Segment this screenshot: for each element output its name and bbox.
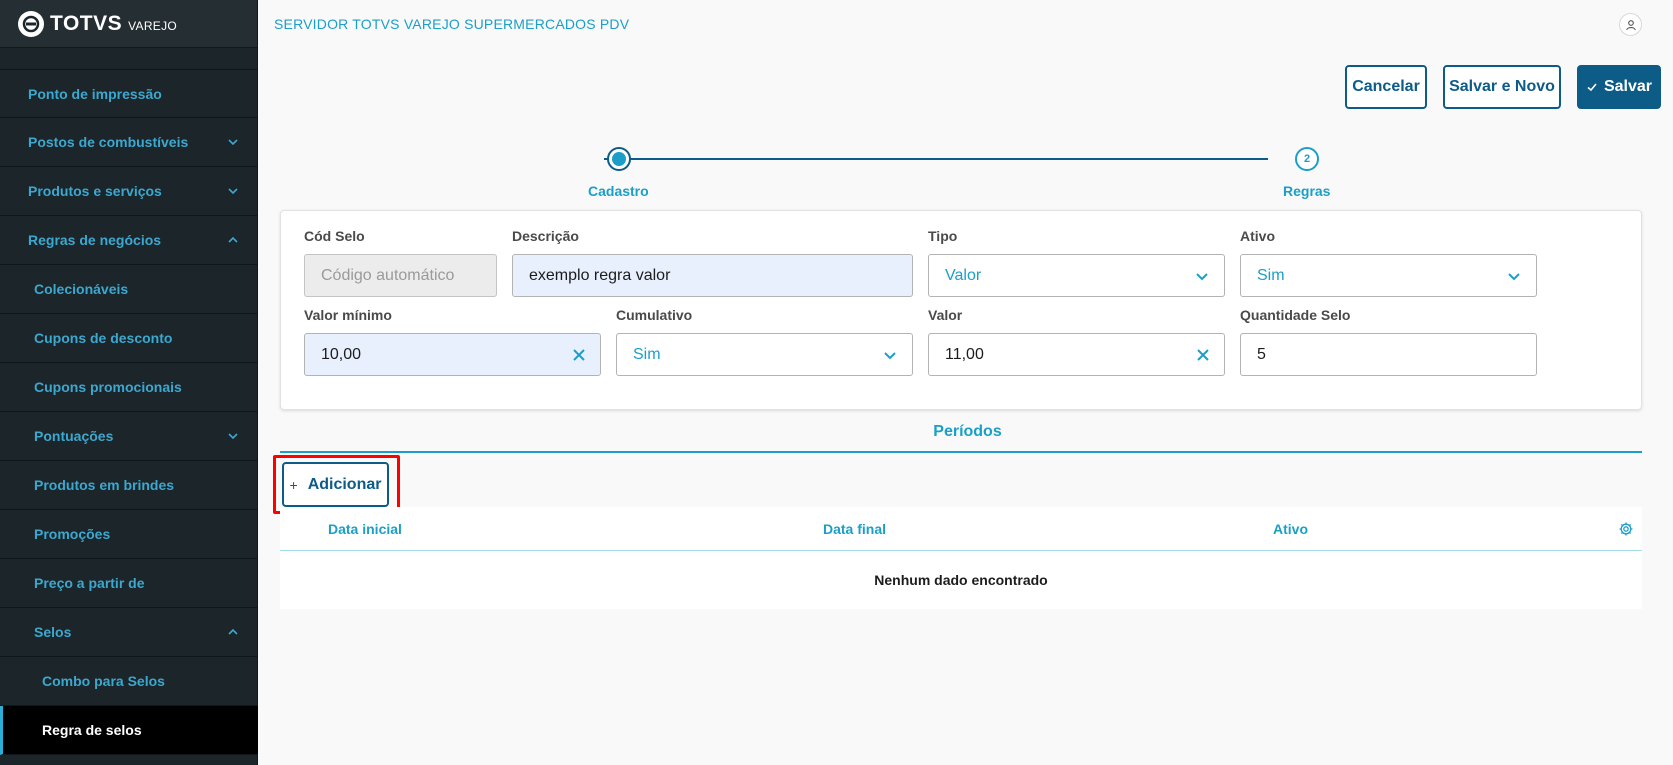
sidebar-item-produtos-brindes[interactable]: Produtos em brindes bbox=[0, 461, 258, 510]
sidebar-item-label: Preço a partir de bbox=[34, 575, 145, 591]
plus-icon: + bbox=[289, 476, 298, 493]
step-regras-indicator[interactable]: 2 bbox=[1295, 147, 1319, 171]
periods-tab[interactable]: Períodos bbox=[258, 423, 1673, 441]
sidebar-item-label: Regra de selos bbox=[42, 722, 142, 738]
gear-icon[interactable] bbox=[1618, 521, 1634, 537]
sidebar-item-label: Cupons de desconto bbox=[34, 330, 173, 346]
valor-minimo-field[interactable]: 10,00 bbox=[304, 333, 601, 376]
stepper-line bbox=[604, 158, 1268, 160]
totvs-logo-icon bbox=[18, 10, 44, 37]
tipo-value: Valor bbox=[945, 266, 982, 284]
check-icon bbox=[1587, 83, 1597, 92]
step-regras-label[interactable]: Regras bbox=[1283, 183, 1330, 199]
sidebar-item-label: Combo para Selos bbox=[42, 673, 165, 689]
sidebar-item-regra-selos[interactable]: Regra de selos bbox=[0, 706, 258, 755]
cumulativo-select[interactable]: Sim bbox=[616, 333, 913, 376]
ativo-label: Ativo bbox=[1240, 228, 1275, 244]
sidebar-item-label: Promoções bbox=[34, 526, 111, 542]
periods-table: Data inicial Data final Ativo Nenhum dad… bbox=[280, 507, 1642, 609]
sidebar-item-label: Postos de combustíveis bbox=[28, 134, 189, 150]
add-period-button[interactable]: + Adicionar bbox=[282, 462, 389, 507]
sidebar-item-label: Pontuações bbox=[34, 428, 114, 444]
sidebar-item-selos[interactable]: Selos bbox=[0, 608, 258, 657]
sidebar-item-colecionaveis[interactable]: Colecionáveis bbox=[0, 265, 258, 314]
column-header-ativo[interactable]: Ativo bbox=[1273, 521, 1308, 537]
cod-selo-input[interactable] bbox=[321, 266, 482, 285]
chevron-up-icon bbox=[228, 628, 238, 635]
valor-label: Valor bbox=[928, 307, 963, 323]
save-and-new-button[interactable]: Salvar e Novo bbox=[1443, 65, 1561, 109]
quantidade-selo-field[interactable]: 5 bbox=[1240, 333, 1537, 376]
sidebar-item-postos-combustiveis[interactable]: Postos de combustíveis bbox=[0, 118, 258, 167]
descricao-value: exemplo regra valor bbox=[529, 266, 671, 284]
sidebar-item-label: Regras de negócios bbox=[28, 232, 162, 248]
sidebar-item-label: Ponto de impressão bbox=[28, 85, 162, 102]
brand-name: TOTVS bbox=[50, 11, 123, 35]
step-cadastro-label[interactable]: Cadastro bbox=[588, 183, 649, 199]
column-header-data-inicial[interactable]: Data inicial bbox=[328, 521, 402, 537]
sidebar: TOTVS VAREJO Ponto de impressão Postos d… bbox=[0, 0, 258, 765]
cancel-button[interactable]: Cancelar bbox=[1345, 65, 1427, 109]
chevron-down-icon bbox=[228, 139, 238, 146]
table-empty-message: Nenhum dado encontrado bbox=[874, 572, 1048, 588]
sidebar-item-produtos-servicos[interactable]: Produtos e serviços bbox=[0, 167, 258, 216]
quantidade-selo-value: 5 bbox=[1257, 345, 1266, 363]
save-button[interactable]: Salvar bbox=[1577, 65, 1661, 109]
sidebar-item-preco-a-partir-de[interactable]: Preço a partir de bbox=[0, 559, 258, 608]
descricao-label: Descrição bbox=[512, 228, 579, 244]
sidebar-item-label: Produtos e serviços bbox=[28, 183, 162, 199]
sidebar-menu: Ponto de impressão Postos de combustívei… bbox=[0, 69, 258, 755]
sidebar-item-label: Produtos em brindes bbox=[34, 477, 175, 493]
cod-selo-label: Cód Selo bbox=[304, 228, 365, 244]
brand-product: VAREJO bbox=[128, 18, 178, 33]
sidebar-item-regras-negocios[interactable]: Regras de negócios bbox=[0, 216, 258, 265]
sidebar-item-promocoes[interactable]: Promoções bbox=[0, 510, 258, 559]
chevron-down-icon bbox=[1196, 272, 1208, 280]
sidebar-item-label: Selos bbox=[34, 624, 72, 640]
sidebar-item-label: Cupons promocionais bbox=[34, 379, 182, 395]
user-icon bbox=[1625, 19, 1636, 30]
ativo-value: Sim bbox=[1257, 266, 1285, 284]
cumulativo-value: Sim bbox=[633, 345, 661, 363]
sidebar-item-pontuacoes[interactable]: Pontuações bbox=[0, 412, 258, 461]
chevron-down-icon bbox=[228, 188, 238, 195]
main-content: SERVIDOR TOTVS VAREJO SUPERMERCADOS PDV … bbox=[258, 0, 1673, 765]
valor-minimo-label: Valor mínimo bbox=[304, 307, 392, 323]
cumulativo-label: Cumulativo bbox=[616, 307, 693, 323]
valor-value: 11,00 bbox=[945, 345, 984, 363]
chevron-down-icon bbox=[1508, 272, 1520, 280]
page-title: SERVIDOR TOTVS VAREJO SUPERMERCADOS PDV bbox=[274, 16, 630, 32]
periods-tab-label: Períodos bbox=[933, 423, 1002, 440]
table-header: Data inicial Data final Ativo bbox=[280, 507, 1642, 551]
step-cadastro-indicator[interactable] bbox=[607, 147, 631, 171]
save-button-label: Salvar bbox=[1603, 78, 1653, 95]
chevron-up-icon bbox=[228, 236, 238, 243]
chevron-down-icon bbox=[228, 433, 238, 440]
cod-selo-field[interactable] bbox=[304, 254, 497, 297]
column-header-data-final[interactable]: Data final bbox=[823, 521, 886, 537]
quantidade-selo-label: Quantidade Selo bbox=[1240, 307, 1351, 323]
tipo-label: Tipo bbox=[928, 228, 958, 244]
sidebar-item-combo-selos[interactable]: Combo para Selos bbox=[0, 657, 258, 706]
descricao-field[interactable]: exemplo regra valor bbox=[512, 254, 913, 297]
sidebar-item-label: Colecionáveis bbox=[34, 281, 129, 297]
ativo-select[interactable]: Sim bbox=[1240, 254, 1537, 297]
chevron-down-icon bbox=[884, 351, 896, 359]
sidebar-item-cupons-desconto[interactable]: Cupons de desconto bbox=[0, 314, 258, 363]
brand-logo[interactable]: TOTVS VAREJO bbox=[0, 0, 257, 48]
step-active-dot bbox=[612, 152, 626, 166]
form-card: Cód Selo Descrição exemplo regra valor T… bbox=[280, 210, 1642, 410]
user-avatar[interactable] bbox=[1619, 13, 1642, 36]
clear-icon[interactable] bbox=[1196, 348, 1210, 362]
valor-field[interactable]: 11,00 bbox=[928, 333, 1225, 376]
tipo-select[interactable]: Valor bbox=[928, 254, 1225, 297]
clear-icon[interactable] bbox=[572, 348, 586, 362]
valor-minimo-value: 10,00 bbox=[321, 345, 362, 363]
periods-tab-underline bbox=[280, 451, 1642, 453]
sidebar-item-ponto-impressao[interactable]: Ponto de impressão bbox=[0, 69, 258, 118]
sidebar-item-cupons-promocionais[interactable]: Cupons promocionais bbox=[0, 363, 258, 412]
add-period-label: Adicionar bbox=[307, 475, 382, 493]
